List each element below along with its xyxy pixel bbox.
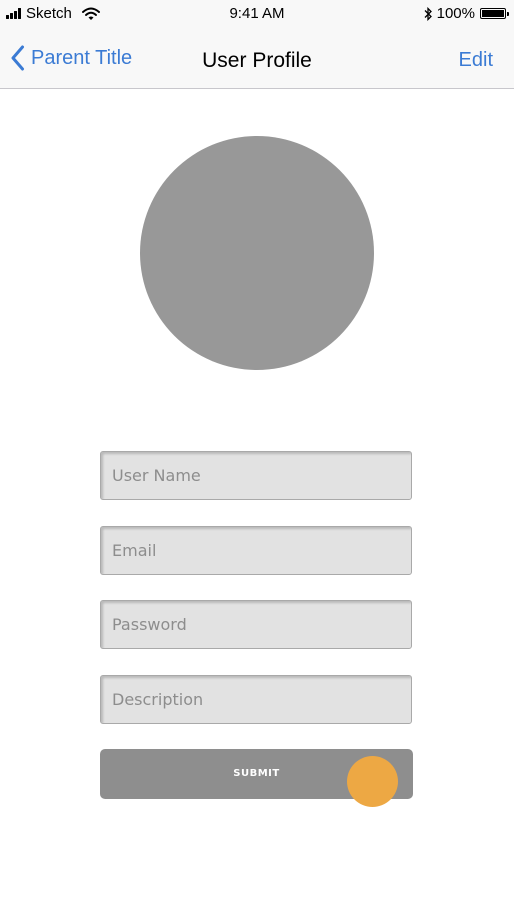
edit-button[interactable]: Edit [459, 49, 493, 72]
password-field[interactable] [100, 600, 412, 649]
user-profile-screen: Sketch 9:41 AM 100% Parent Title User Pr… [0, 0, 514, 910]
bluetooth-icon [424, 6, 432, 21]
status-bar: Sketch 9:41 AM 100% [0, 0, 514, 28]
battery-fill [482, 10, 504, 17]
page-title: User Profile [202, 49, 312, 72]
submit-button[interactable]: SUBMIT [100, 749, 413, 807]
avatar[interactable] [140, 136, 374, 370]
touch-indicator [347, 756, 398, 807]
navigation-bar: Parent Title User Profile Edit [0, 28, 514, 89]
email-field[interactable] [100, 526, 412, 575]
battery-icon [480, 8, 509, 19]
username-field[interactable] [100, 451, 412, 500]
status-right: 100% [423, 5, 509, 22]
battery-percentage: 100% [436, 5, 475, 22]
description-field[interactable] [100, 675, 412, 724]
